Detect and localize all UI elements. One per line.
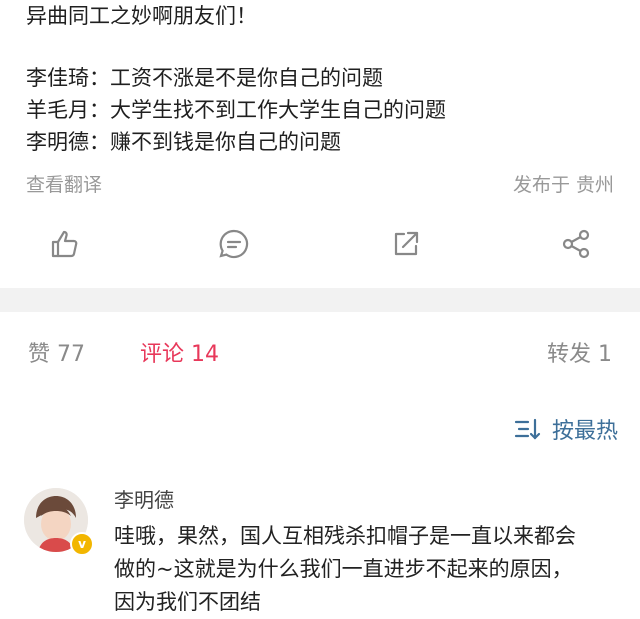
action-bar xyxy=(0,222,640,266)
comment-line-2: 做的~这就是为什么我们一直进步不起来的原因， xyxy=(114,557,573,581)
comment-line-1: 哇哦，果然，国人互相残杀扣帽子是一直以来都会 xyxy=(114,524,576,548)
like-button[interactable] xyxy=(42,222,86,266)
sort-icon xyxy=(514,418,541,440)
comment-icon xyxy=(219,229,249,259)
translate-link[interactable]: 查看翻译 xyxy=(26,170,102,197)
tab-likes[interactable]: 赞 77 xyxy=(28,336,85,368)
tab-comments[interactable]: 评论 14 xyxy=(140,336,219,368)
post-line-1: 异曲同工之妙啊朋友们！ xyxy=(26,4,257,28)
post-content: 异曲同工之妙啊朋友们！ 李佳琦：工资不涨是不是你自己的问题 羊毛月：大学生找不到… xyxy=(26,0,630,158)
stats-tabs: 赞 77 评论 14 转发 1 xyxy=(0,336,640,372)
post-line-3: 羊毛月：大学生找不到工作大学生自己的问题 xyxy=(26,98,446,122)
share-button[interactable] xyxy=(554,222,598,266)
comment-text: 哇哦，果然，国人互相残杀扣帽子是一直以来都会 做的~这就是为什么我们一直进步不起… xyxy=(114,520,614,619)
post-line-4: 李明德：赚不到钱是你自己的问题 xyxy=(26,130,341,154)
tab-reposts[interactable]: 转发 1 xyxy=(547,336,612,368)
post-line-2: 李佳琦：工资不涨是不是你自己的问题 xyxy=(26,66,383,90)
share-icon xyxy=(562,229,590,259)
section-divider xyxy=(0,288,640,312)
sort-label: 按最热 xyxy=(551,419,618,444)
comment-line-3: 因为我们不团结 xyxy=(114,590,261,614)
verified-badge-icon: v xyxy=(70,532,94,556)
repost-button[interactable] xyxy=(384,222,428,266)
sort-toggle[interactable]: 按最热 xyxy=(514,412,618,446)
post-spacer xyxy=(26,32,630,62)
post-meta: 查看翻译 发布于 贵州 xyxy=(26,170,614,198)
repost-icon xyxy=(394,231,419,256)
comment-button[interactable] xyxy=(212,222,256,266)
post-location: 发布于 贵州 xyxy=(512,174,614,196)
thumbs-up-icon xyxy=(51,230,78,258)
comment-author[interactable]: 李明德 xyxy=(114,484,174,513)
